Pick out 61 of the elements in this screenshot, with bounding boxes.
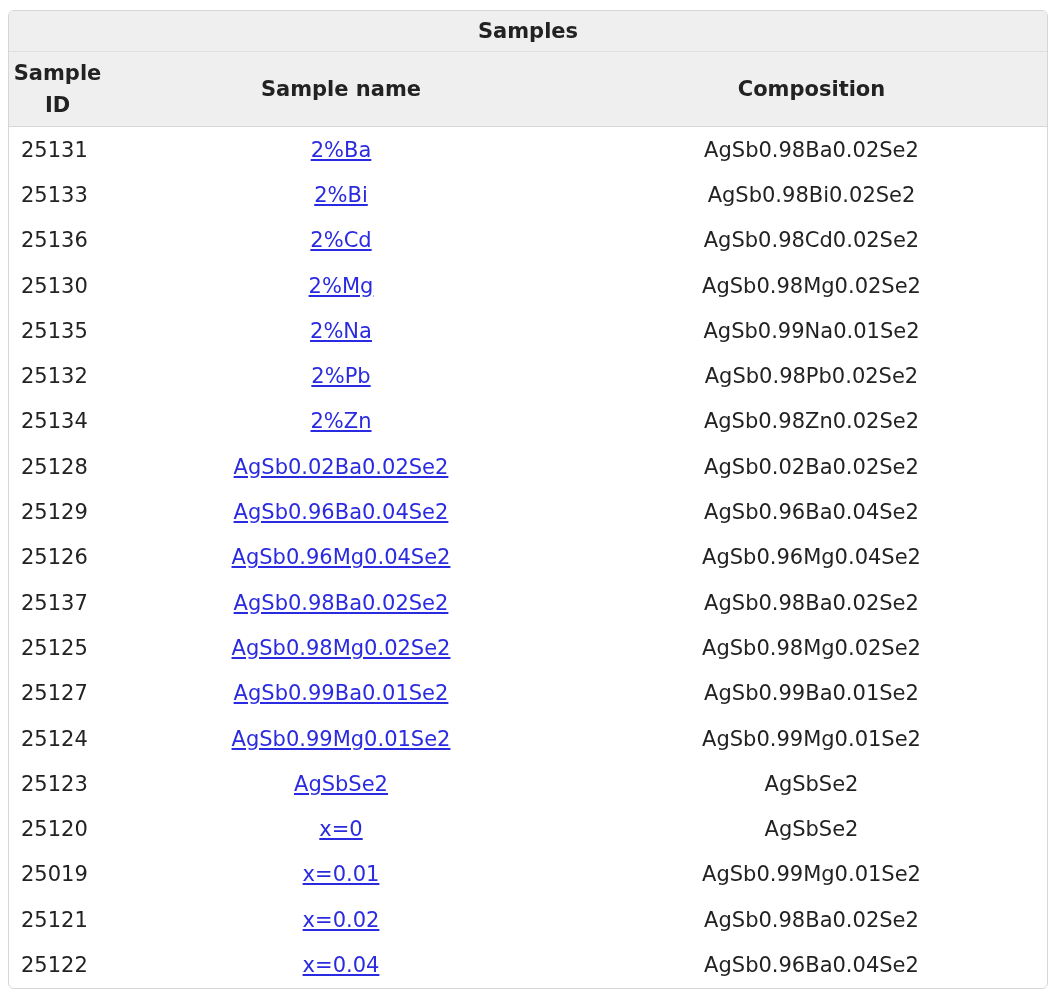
column-header: Sample name xyxy=(259,76,423,103)
table-cell-text: 25122 xyxy=(20,953,89,977)
table-cell-text: AgSb0.96Ba0.04Se2 xyxy=(703,500,920,524)
table-cell-text: AgSbSe2 xyxy=(763,817,860,842)
sample-link[interactable]: AgSb0.96Mg0.04Se2 xyxy=(231,545,451,570)
sample-link[interactable]: 2%Ba xyxy=(310,137,372,162)
table-cell-text: 25131 xyxy=(20,137,89,162)
sample-link[interactable]: AgSbSe2 xyxy=(294,771,388,796)
table-cell-text: AgSb0.98Ba0.02Se2 xyxy=(703,137,920,162)
table-cell-text: 25130 xyxy=(20,273,89,298)
sample-link[interactable]: 2%Pb xyxy=(311,364,371,389)
table-cell-text: 25127 xyxy=(20,681,89,706)
table-cell-text: 25019 xyxy=(20,862,89,887)
sample-link[interactable]: AgSb0.96Ba0.04Se2 xyxy=(233,500,449,524)
table-cell-text: 25128 xyxy=(20,454,89,479)
table-cell-text: 25124 xyxy=(20,726,89,751)
sample-link[interactable]: AgSb0.99Ba0.01Se2 xyxy=(233,681,449,706)
sample-link[interactable]: AgSb0.98Ba0.02Se2 xyxy=(233,590,449,615)
table-cell-text: 25120 xyxy=(20,817,89,842)
sample-link[interactable]: 2%Cd xyxy=(310,228,372,253)
table-cell-text: AgSb0.98Ba0.02Se2 xyxy=(703,907,920,932)
sample-link[interactable]: 2%Zn xyxy=(310,409,372,434)
table-cell-text: 25137 xyxy=(20,590,89,615)
table-cell-text: 25123 xyxy=(20,771,89,796)
table-cell-text: AgSb0.99Ba0.01Se2 xyxy=(703,681,920,706)
table-cell-text: AgSb0.98Pb0.02Se2 xyxy=(703,364,920,389)
sample-link[interactable]: x=0 xyxy=(319,817,363,842)
sample-link[interactable]: 2%Na xyxy=(310,318,372,343)
table-cell-text: AgSb0.98Mg0.02Se2 xyxy=(701,635,922,660)
table-cell-text: AgSb0.98Bi0.02Se2 xyxy=(706,182,917,207)
table-cell-text: AgSb0.98Mg0.02Se2 xyxy=(701,273,922,298)
table-title: Samples xyxy=(9,11,1047,52)
sample-link[interactable]: AgSb0.02Ba0.02Se2 xyxy=(233,454,449,479)
table-cell-text: AgSb0.99Na0.01Se2 xyxy=(702,318,921,343)
table-cell-text: 25132 xyxy=(20,364,89,389)
table-cell-text: AgSbSe2 xyxy=(763,771,860,796)
sample-link[interactable]: x=0.02 xyxy=(302,907,380,932)
table-cell-text: 25125 xyxy=(20,635,89,660)
table-cell-text: AgSb0.98Zn0.02Se2 xyxy=(702,409,921,434)
table-cell-text: 25136 xyxy=(20,228,89,253)
sample-link[interactable]: AgSb0.98Mg0.02Se2 xyxy=(231,635,451,660)
table-cell-text: AgSb0.98Ba0.02Se2 xyxy=(703,590,920,615)
sample-link[interactable]: x=0.01 xyxy=(302,862,380,887)
table-cell-text: 25135 xyxy=(20,318,89,343)
table-cell-text: 25126 xyxy=(20,545,89,570)
table-cell-text: AgSb0.02Ba0.02Se2 xyxy=(703,454,920,479)
table-cell-text: AgSb0.99Mg0.01Se2 xyxy=(701,726,922,751)
table-cell-text: 25134 xyxy=(20,409,89,434)
table-cell-text: AgSb0.96Mg0.04Se2 xyxy=(701,545,922,570)
table-cell-text: 25133 xyxy=(20,182,89,207)
sample-link[interactable]: AgSb0.99Mg0.01Se2 xyxy=(231,726,451,751)
table-cell-text: 25121 xyxy=(20,907,89,932)
table-cell-text: AgSb0.99Mg0.01Se2 xyxy=(701,862,922,887)
sample-link[interactable]: 2%Bi xyxy=(314,182,368,207)
sample-link[interactable]: x=0.04 xyxy=(302,953,380,977)
column-header: Sample ID xyxy=(12,60,103,119)
table-cell-text: AgSb0.98Cd0.02Se2 xyxy=(702,228,921,253)
table-cell-text: 25129 xyxy=(20,500,89,524)
column-header: Composition xyxy=(736,76,887,103)
sample-link[interactable]: 2%Mg xyxy=(308,273,374,298)
table-cell-text: AgSb0.96Ba0.04Se2 xyxy=(703,953,920,977)
